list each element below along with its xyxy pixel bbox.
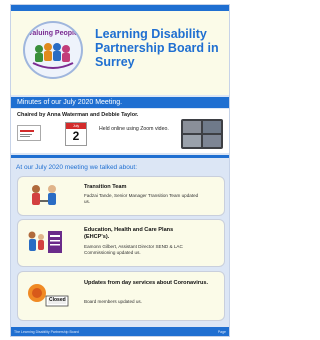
valuing-people-logo: Valuing People: [23, 21, 83, 79]
video-tile: [203, 135, 221, 147]
topic-description: Fadzai Tande, Senior Manager Transition …: [84, 193, 199, 204]
talked-about-heading: At our July 2020 meeting we talked about…: [16, 164, 138, 171]
calendar-day: 2: [72, 129, 80, 143]
video-tile: [203, 121, 221, 133]
ehcp-icon: [26, 229, 64, 257]
footer-page-label: Page: [217, 330, 226, 334]
meeting-details: Chaired by Anna Waterman and Debbie Tayl…: [11, 109, 229, 153]
topic-description: Eamonn Gilbert, Assistant Director SEND …: [84, 244, 183, 255]
topic-title: Education, Health and Care Plans (EHCP's…: [84, 227, 174, 240]
coronavirus-closed-icon: Closed: [26, 280, 69, 308]
topic-description: Board members updated us.: [84, 299, 142, 304]
virus-closed-sign-icon: [28, 284, 69, 307]
zoom-call-image: [181, 119, 223, 149]
people-walking-icon: [32, 185, 56, 205]
footer-bar: The Learning Disability Partnership Boar…: [11, 327, 229, 336]
footer-left-text: The Learning Disability Partnership Boar…: [14, 330, 79, 334]
transition-icon: [26, 183, 64, 211]
video-tile: [183, 135, 201, 147]
closed-sign-label: Closed: [49, 297, 66, 303]
notepad-icon: [17, 125, 41, 141]
minutes-bar: Minutes of our July 2020 Meeting.: [11, 97, 229, 108]
page-title: Learning Disability Partnership Board in…: [95, 27, 219, 69]
topic-card-ehcp: Education, Health and Care Plans (EHCP's…: [17, 219, 225, 267]
topic-card-transition: Transition Team Fadzai Tande, Senior Man…: [17, 176, 225, 216]
topic-title: Updates from day services about Coronavi…: [84, 280, 209, 286]
header: Valuing People Learning Disability Partn…: [11, 11, 229, 95]
topic-card-day-services: Closed Updates from day services about C…: [17, 271, 225, 321]
family-with-plan-icon: [28, 231, 62, 253]
video-tile: [183, 121, 201, 133]
calendar-icon: July 2: [65, 122, 87, 146]
chaired-by-text: Chaired by Anna Waterman and Debbie Tayl…: [17, 112, 139, 118]
topic-title: Transition Team: [84, 184, 127, 190]
section-divider: [11, 155, 229, 158]
people-group-icon: [32, 43, 74, 69]
held-online-text: Held online using Zoom video.: [99, 126, 169, 132]
minutes-heading: Minutes of our July 2020 Meeting.: [17, 99, 123, 106]
newsletter-page: Valuing People Learning Disability Partn…: [10, 4, 230, 337]
notepad-lines-icon: [20, 130, 34, 137]
